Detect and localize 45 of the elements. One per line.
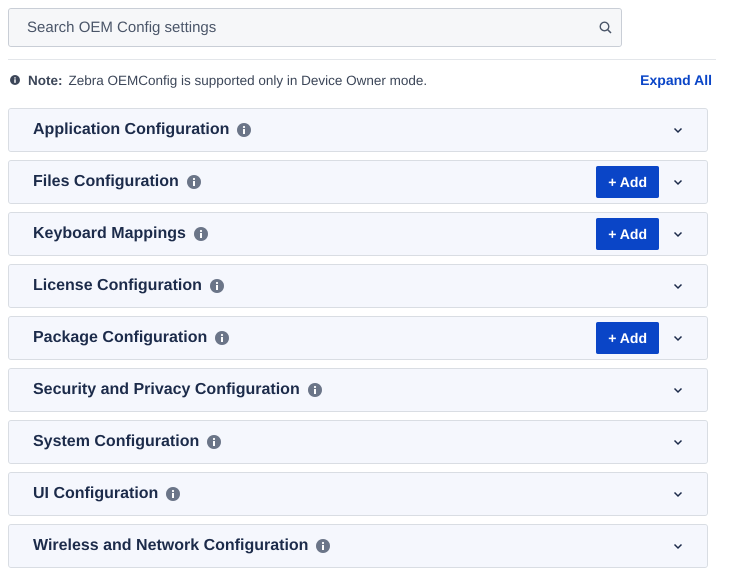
section-title: System Configuration [33, 433, 200, 451]
note-label: Note: [28, 72, 62, 88]
section-header[interactable]: UI Configuration [8, 472, 708, 516]
info-icon [215, 331, 230, 345]
chevron-down-icon[interactable] [673, 489, 683, 499]
section-header[interactable]: System Configuration [8, 420, 708, 464]
section-title: Security and Privacy Configuration [33, 381, 300, 399]
info-icon [210, 279, 224, 293]
chevron-down-icon[interactable] [673, 541, 683, 551]
info-icon [10, 75, 20, 85]
info-icon [308, 383, 322, 397]
info-icon [316, 539, 330, 553]
chevron-down-icon[interactable] [673, 333, 683, 343]
section-header[interactable]: License Configuration [8, 264, 708, 308]
section-title: Keyboard Mappings [33, 225, 186, 243]
chevron-down-icon[interactable] [673, 229, 683, 239]
chevron-down-icon[interactable] [673, 385, 683, 395]
chevron-down-icon[interactable] [673, 437, 683, 447]
chevron-down-icon[interactable] [673, 281, 683, 291]
section-title: UI Configuration [33, 485, 158, 503]
chevron-down-icon[interactable] [673, 177, 683, 187]
section-title: License Configuration [33, 277, 202, 295]
section-header[interactable]: Keyboard Mappings + Add [8, 212, 708, 256]
section-title: Wireless and Network Configuration [33, 537, 308, 555]
info-icon [166, 487, 180, 501]
info-icon [207, 435, 222, 449]
section-header[interactable]: Application Configuration [8, 108, 708, 152]
info-icon [237, 123, 252, 137]
section-header[interactable]: Security and Privacy Configuration [8, 368, 708, 412]
section-title: Files Configuration [33, 173, 179, 191]
search-field[interactable]: Search OEM Config settings [8, 8, 622, 47]
section-title: Package Configuration [33, 329, 208, 347]
info-icon [186, 175, 201, 189]
info-icon [194, 227, 208, 241]
add-button[interactable]: + Add [596, 322, 659, 354]
add-button[interactable]: + Add [596, 218, 659, 250]
search-icon[interactable] [599, 21, 612, 34]
section-header[interactable]: Package Configuration + Add [8, 316, 708, 360]
add-button[interactable]: + Add [596, 166, 659, 198]
section-title: Application Configuration [33, 121, 230, 139]
section-header[interactable]: Wireless and Network Configuration [8, 524, 708, 568]
section-header[interactable]: Files Configuration + Add [8, 160, 708, 204]
note-text: Zebra OEMConfig is supported only in Device Owner mode. [68, 72, 428, 88]
expand-all-link[interactable]: Expand All [640, 72, 712, 88]
chevron-down-icon[interactable] [673, 125, 683, 135]
